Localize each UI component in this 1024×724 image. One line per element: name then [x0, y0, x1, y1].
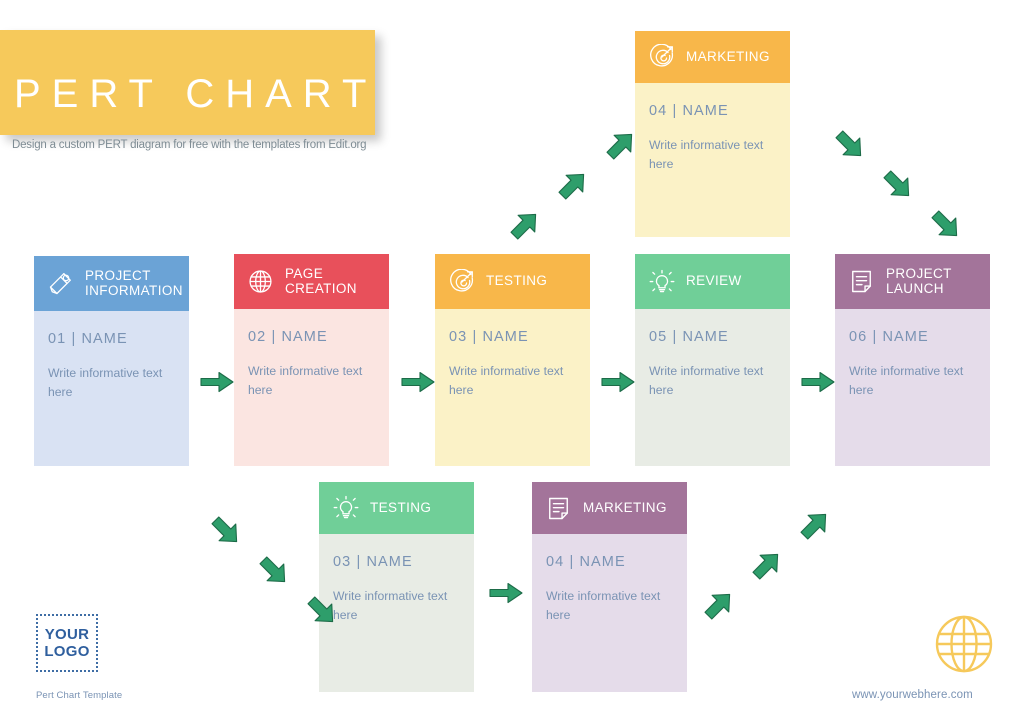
node-name-label: 06 | NAME	[849, 329, 929, 345]
connector-arrow-right	[401, 371, 435, 393]
your-logo-placeholder[interactable]: YOUR LOGO	[36, 614, 98, 672]
connector-arrow-right	[200, 371, 234, 393]
pert-node-n06[interactable]: PROJECT LAUNCH 06 | NAME Write informative …	[835, 254, 990, 466]
connector-arrow-down-right	[833, 128, 867, 162]
node-header-label: PROJECT LAUNCH	[886, 266, 952, 296]
node-body: 01 | NAME Write informative text here	[34, 311, 189, 466]
page-title: PERT CHART	[14, 72, 378, 116]
globe-icon	[247, 268, 274, 295]
node-description: Write informative text here	[546, 589, 661, 622]
node-header-label: TESTING	[486, 273, 548, 289]
node-body: 04 | NAME Write informative text here	[635, 83, 790, 237]
connector-arrow-right	[601, 371, 635, 393]
pencil-icon	[47, 270, 74, 297]
globe-logo-icon	[932, 612, 996, 676]
node-body: 04 | NAME Write informative text here	[532, 534, 687, 692]
node-name-label: 05 | NAME	[649, 329, 729, 345]
node-body: 02 | NAME Write informative text here	[234, 309, 389, 466]
node-body: 03 | NAME Write informative text here	[435, 309, 590, 466]
node-header: PROJECT LAUNCH	[835, 254, 990, 309]
node-name-label: 01 | NAME	[48, 331, 128, 347]
document-icon	[545, 495, 572, 522]
node-header-label: MARKETING	[686, 48, 770, 64]
node-description: Write informative text here	[48, 366, 163, 399]
connector-arrow-up-right	[556, 168, 590, 202]
node-header: PROJECT INFORMATION	[34, 256, 189, 311]
pert-node-n02[interactable]: PAGE CREATION 02 | NAME Write informative t…	[234, 254, 389, 466]
node-name-label: 03 | NAME	[333, 554, 413, 570]
document-icon	[848, 268, 875, 295]
connector-arrow-up-right	[798, 508, 832, 542]
node-name-label: 03 | NAME	[449, 329, 529, 345]
node-header-label: PAGE CREATION	[285, 266, 357, 296]
logo-line-1: YOUR	[44, 626, 90, 643]
title-banner: PERT CHART Design a custom PERT diagram …	[0, 30, 378, 151]
node-name-label: 04 | NAME	[649, 103, 729, 119]
pert-node-n03bot[interactable]: TESTING 03 | NAME Write informative text h…	[319, 482, 474, 692]
node-name-label: 02 | NAME	[248, 329, 328, 345]
node-description: Write informative text here	[649, 364, 764, 397]
connector-arrow-right	[801, 371, 835, 393]
pert-chart-canvas: PERT CHART Design a custom PERT diagram …	[0, 0, 1024, 724]
connector-arrow-down-right	[929, 208, 963, 242]
node-header-label: REVIEW	[686, 273, 742, 289]
node-header: PAGE CREATION	[234, 254, 389, 309]
pert-node-n04top[interactable]: MARKETING 04 | NAME Write informative text…	[635, 31, 790, 237]
pert-node-n04bot[interactable]: MARKETING 04 | NAME Write informative text…	[532, 482, 687, 692]
node-header-label: MARKETING	[583, 499, 667, 515]
node-header: TESTING	[319, 482, 474, 534]
node-description: Write informative text here	[333, 589, 448, 622]
node-header-label: TESTING	[370, 499, 432, 515]
node-body: 05 | NAME Write informative text here	[635, 309, 790, 466]
node-header: MARKETING	[635, 31, 790, 83]
target-icon	[448, 268, 475, 295]
node-header-label: PROJECT INFORMATION	[85, 268, 183, 298]
pert-node-n03[interactable]: TESTING 03 | NAME Write informative text h…	[435, 254, 590, 466]
connector-arrow-right	[489, 582, 523, 604]
node-description: Write informative text here	[449, 364, 564, 397]
logo-line-2: LOGO	[44, 643, 90, 660]
page-subtitle: Design a custom PERT diagram for free wi…	[12, 139, 367, 151]
node-body: 03 | NAME Write informative text here	[319, 534, 474, 692]
connector-arrow-down-right	[881, 168, 915, 202]
node-name-label: 04 | NAME	[546, 554, 626, 570]
lightbulb-icon	[332, 495, 359, 522]
pert-node-n05[interactable]: REVIEW 05 | NAME Write informative text he…	[635, 254, 790, 466]
node-header: MARKETING	[532, 482, 687, 534]
website-url[interactable]: www.yourwebhere.com	[852, 689, 973, 701]
connector-arrow-up-right	[508, 208, 542, 242]
template-caption: Pert Chart Template	[36, 690, 123, 701]
node-description: Write informative text here	[649, 138, 764, 171]
connector-arrow-up-right	[702, 588, 736, 622]
connector-arrow-up-right	[604, 128, 638, 162]
lightbulb-icon	[648, 268, 675, 295]
connector-arrow-up-right	[750, 548, 784, 582]
node-header: TESTING	[435, 254, 590, 309]
pert-node-n01[interactable]: PROJECT INFORMATION 01 | NAME Write informa…	[34, 256, 189, 466]
connector-arrow-down-right	[305, 594, 339, 628]
node-description: Write informative text here	[849, 364, 964, 397]
target-icon	[648, 44, 675, 71]
connector-arrow-down-right	[257, 554, 291, 588]
connector-arrow-down-right	[209, 514, 243, 548]
node-header: REVIEW	[635, 254, 790, 309]
node-description: Write informative text here	[248, 364, 363, 397]
node-body: 06 | NAME Write informative text here	[835, 309, 990, 466]
